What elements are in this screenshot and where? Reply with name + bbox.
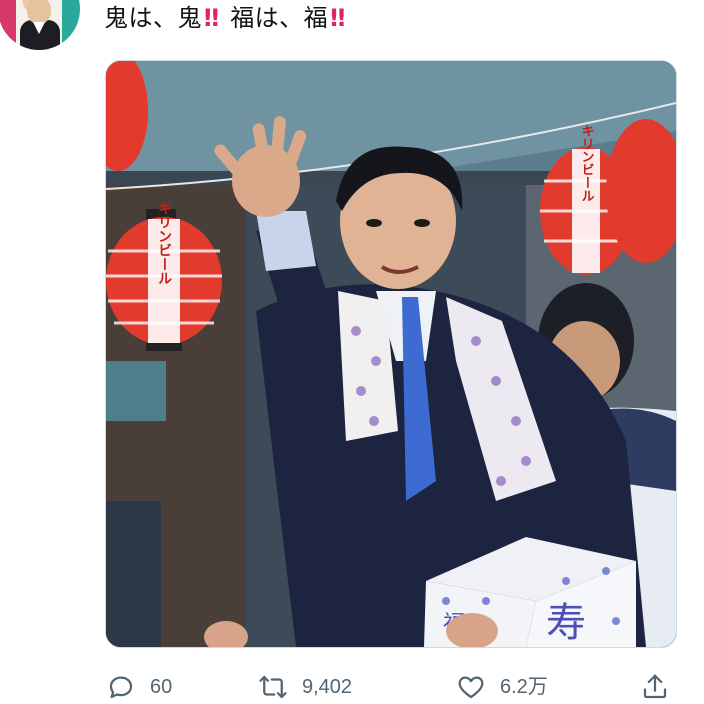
svg-text:キリンビール: キリンビール: [579, 124, 595, 202]
photo-scene: キリンビール キリンビール 寿: [106, 61, 676, 647]
svg-text:寿: 寿: [546, 600, 586, 646]
double-exclamation-emoji: ‼: [330, 4, 345, 32]
retweet-arrows-icon: [259, 675, 287, 699]
like-button[interactable]: 6.2万: [456, 672, 548, 702]
reply-bubble-icon: [109, 676, 133, 699]
share-button[interactable]: [640, 672, 670, 702]
retweet-button[interactable]: 9,402: [258, 672, 352, 702]
avatar-face: [27, 0, 51, 24]
reply-count: 60: [150, 676, 173, 698]
heart-icon: [458, 676, 484, 699]
tweet-text-part1: 鬼は、鬼: [104, 4, 202, 32]
user-avatar[interactable]: [0, 0, 80, 50]
tweet-text: 鬼は、鬼‼ 福は、福‼: [104, 2, 348, 34]
like-count: 6.2万: [500, 676, 548, 698]
svg-text:キリンビール: キリンビール: [156, 201, 172, 285]
double-exclamation-emoji: ‼: [204, 4, 219, 32]
share-upload-icon: [643, 674, 667, 699]
tweet-action-bar: 60 9,402 6.2万: [0, 668, 704, 704]
tweet-media-photo[interactable]: キリンビール キリンビール 寿: [105, 60, 677, 648]
retweet-count: 9,402: [302, 676, 353, 698]
reply-button[interactable]: 60: [106, 672, 172, 702]
tweet-page: 鬼は、鬼‼ 福は、福‼ キリンビール キリンビール 寿 60 9,402 6.2…: [0, 0, 704, 704]
tweet-text-part2: 福は、福: [230, 4, 329, 32]
